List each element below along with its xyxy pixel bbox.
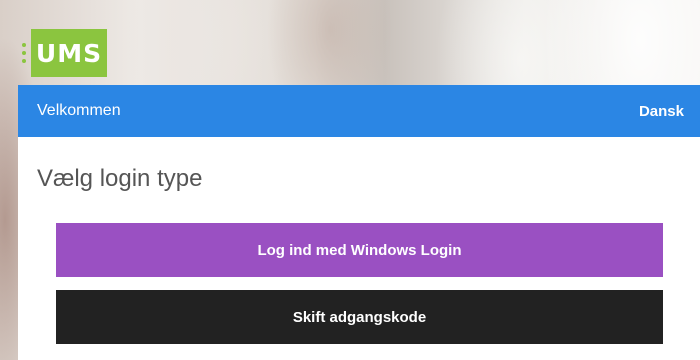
change-password-button[interactable]: Skift adgangskode [56,290,663,344]
logo-dots-icon [22,43,26,63]
logo-text: UMS [31,29,107,77]
ums-logo: UMS [22,29,107,77]
windows-login-button[interactable]: Log ind med Windows Login [56,223,663,277]
page-title: Vælg login type [37,165,203,192]
language-selector[interactable]: Dansk [639,103,684,120]
header-title: Velkommen [37,102,121,119]
login-card: Velkommen Dansk Vælg login type Log ind … [18,85,700,360]
card-header: Velkommen Dansk [18,85,700,137]
